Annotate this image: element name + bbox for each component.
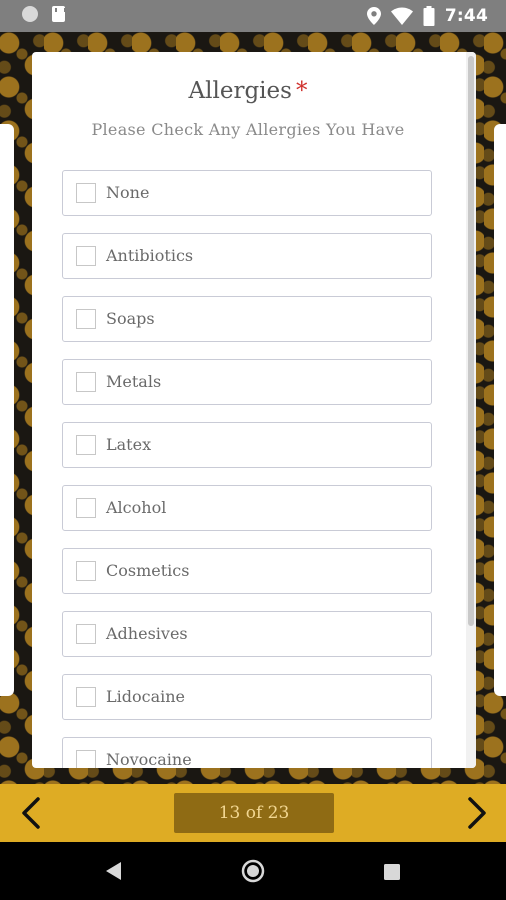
recents-square-icon — [384, 864, 400, 880]
option-latex[interactable]: Latex — [62, 422, 432, 468]
question-title-text: Allergies — [188, 78, 292, 104]
sd-card-icon — [52, 6, 66, 22]
page-indicator: 13 of 23 — [174, 793, 334, 833]
home-circle-icon — [241, 859, 265, 883]
option-adhesives[interactable]: Adhesives — [62, 611, 432, 657]
checkbox[interactable] — [76, 561, 96, 581]
checkbox[interactable] — [76, 309, 96, 329]
option-soaps[interactable]: Soaps — [62, 296, 432, 342]
back-triangle-icon — [106, 862, 121, 880]
option-label: Antibiotics — [106, 246, 194, 265]
option-label: Alcohol — [106, 498, 167, 517]
chevron-left-icon — [22, 797, 40, 829]
scrollbar-thumb[interactable] — [468, 56, 474, 626]
option-label: Cosmetics — [106, 561, 190, 580]
previous-page-button[interactable] — [18, 796, 48, 830]
option-metals[interactable]: Metals — [62, 359, 432, 405]
option-label: Novocaine — [106, 750, 192, 768]
option-label: None — [106, 183, 150, 202]
system-navigation-bar — [0, 842, 506, 900]
option-novocaine[interactable]: Novocaine — [62, 737, 432, 768]
option-antibiotics[interactable]: Antibiotics — [62, 233, 432, 279]
checkbox[interactable] — [76, 183, 96, 203]
option-label: Soaps — [106, 309, 155, 328]
system-recents-button[interactable] — [384, 864, 400, 884]
previous-card-peek[interactable] — [0, 124, 14, 696]
option-label: Metals — [106, 372, 162, 391]
allergy-options-list: None Antibiotics Soaps Metals Latex Alco… — [62, 170, 434, 768]
question-title: Allergies * — [32, 78, 464, 104]
option-none[interactable]: None — [62, 170, 432, 216]
battery-icon — [423, 6, 435, 26]
chevron-right-icon — [468, 797, 486, 829]
wifi-icon — [390, 7, 413, 25]
status-bar-right: 7:44 — [366, 4, 488, 28]
option-label: Adhesives — [106, 624, 188, 643]
form-navigation-bar: 13 of 23 — [0, 784, 506, 842]
scrollbar-track[interactable] — [466, 52, 476, 768]
clock-time: 7:44 — [444, 6, 488, 26]
notification-dot-icon — [22, 6, 38, 22]
option-alcohol[interactable]: Alcohol — [62, 485, 432, 531]
system-back-button[interactable] — [104, 861, 122, 885]
checkbox[interactable] — [76, 246, 96, 266]
option-label: Latex — [106, 435, 152, 454]
required-marker: * — [295, 78, 308, 104]
card-scroll-area[interactable]: Allergies * Please Check Any Allergies Yo… — [32, 52, 464, 768]
checkbox[interactable] — [76, 687, 96, 707]
location-icon — [366, 7, 381, 25]
checkbox[interactable] — [76, 372, 96, 392]
status-bar-left — [22, 6, 66, 22]
next-page-button[interactable] — [460, 796, 490, 830]
question-card: Allergies * Please Check Any Allergies Yo… — [32, 52, 476, 768]
option-lidocaine[interactable]: Lidocaine — [62, 674, 432, 720]
checkbox[interactable] — [76, 624, 96, 644]
checkbox[interactable] — [76, 435, 96, 455]
option-label: Lidocaine — [106, 687, 186, 706]
checkbox[interactable] — [76, 498, 96, 518]
status-bar: 7:44 — [0, 0, 506, 32]
next-card-peek[interactable] — [494, 124, 506, 696]
checkbox[interactable] — [76, 750, 96, 768]
system-home-button[interactable] — [241, 859, 265, 887]
question-subtitle: Please Check Any Allergies You Have — [91, 120, 405, 139]
option-cosmetics[interactable]: Cosmetics — [62, 548, 432, 594]
